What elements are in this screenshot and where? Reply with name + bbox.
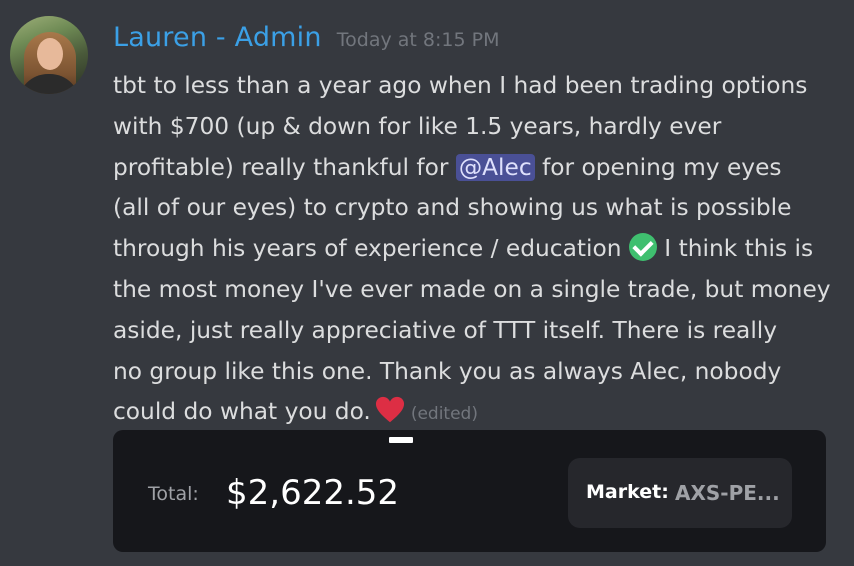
message-text: for opening my eyes <box>542 153 782 181</box>
message-line: profitable) really thankful for @Alec fo… <box>113 148 833 189</box>
message-line: aside, just really appreciative of TTT i… <box>113 316 778 344</box>
market-pill: Market: AXS-PE... <box>568 458 792 528</box>
user-avatar[interactable] <box>10 16 88 94</box>
message-text: I think this is <box>664 235 814 263</box>
white-check-mark-icon[interactable] <box>628 233 657 262</box>
trade-embed-image[interactable]: Total: $2,622.52 Market: AXS-PE... <box>113 430 826 552</box>
message-content: tbt to less than a year ago when I had b… <box>113 66 833 435</box>
author-username[interactable]: Lauren - Admin <box>113 22 322 53</box>
user-mention[interactable]: @Alec <box>455 153 535 181</box>
message-text: profitable) really thankful for <box>113 153 449 181</box>
message-line: through his years of experience / educat… <box>113 229 833 270</box>
total-value: $2,622.52 <box>226 473 400 513</box>
message-line: tbt to less than a year ago when I had b… <box>113 72 808 99</box>
market-value: AXS-PE... <box>675 481 780 505</box>
message-line: with $700 (up & down for like 1.5 years,… <box>113 112 722 140</box>
message-line: could do what you do. (edited) <box>113 392 833 435</box>
market-label: Market: <box>586 481 669 503</box>
message-header: Lauren - Admin Today at 8:15 PM <box>113 22 499 53</box>
avatar-face <box>37 38 63 70</box>
edited-label: (edited) <box>410 404 478 425</box>
message-text: through his years of experience / educat… <box>113 235 622 263</box>
message-line: the most money I've ever made on a singl… <box>113 275 831 303</box>
red-heart-icon[interactable] <box>375 395 405 425</box>
total-label: Total: <box>148 483 199 505</box>
message-line: (all of our eyes) to crypto and showing … <box>113 194 792 222</box>
message-text: could do what you do. <box>113 398 371 426</box>
message-line: no group like this one. Thank you as alw… <box>113 357 782 385</box>
white-marker <box>389 437 413 443</box>
message-timestamp[interactable]: Today at 8:15 PM <box>337 29 500 51</box>
